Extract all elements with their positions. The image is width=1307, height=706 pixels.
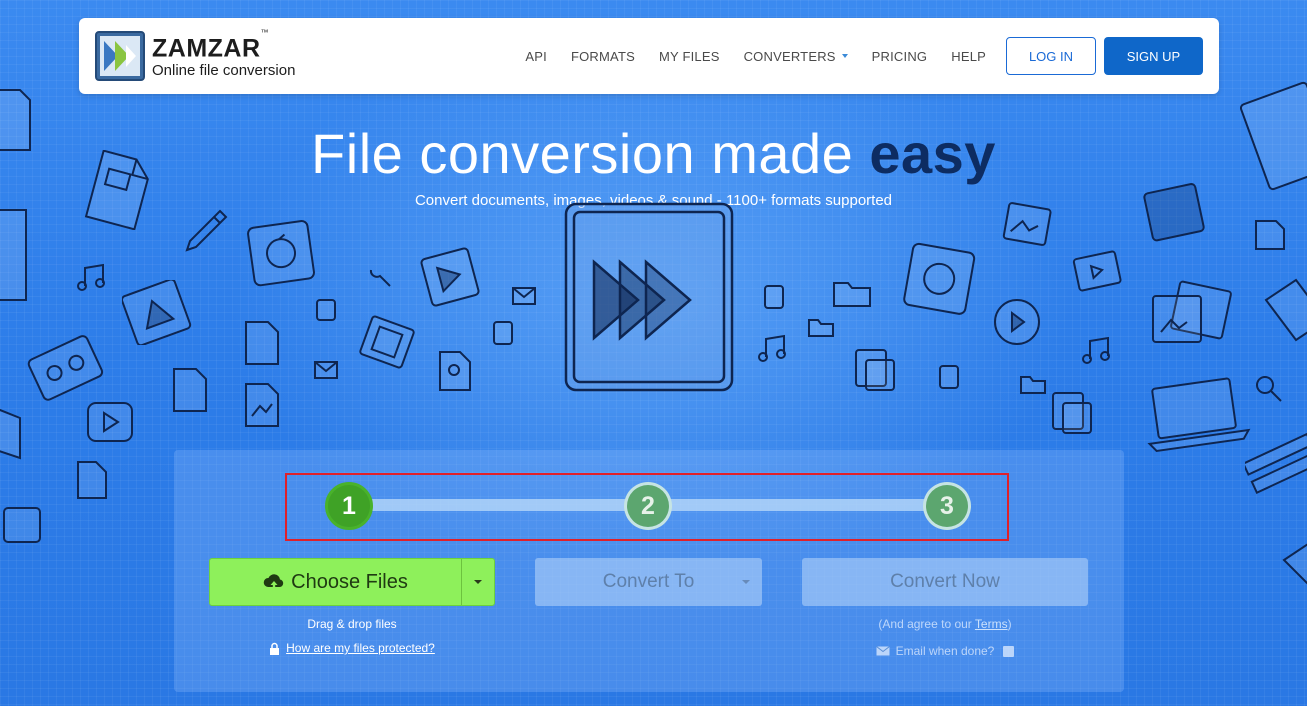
mail-icon: [314, 361, 338, 379]
laptop-icon: [1147, 377, 1251, 453]
brand-name: ZAMZAR™: [152, 28, 295, 63]
hero-title: File conversion made easy: [0, 122, 1307, 186]
music-note-icon-2: [758, 334, 786, 362]
folder-icon: [833, 282, 871, 307]
choose-files-button[interactable]: Choose Files: [209, 558, 495, 606]
site-header: ZAMZAR™ Online file conversion API FORMA…: [79, 18, 1219, 94]
fast-forward-icon: [564, 202, 734, 392]
agree-prefix: (And agree to our: [878, 617, 975, 631]
cassette-icon: [27, 335, 104, 401]
nav-converters[interactable]: CONVERTERS: [744, 49, 848, 64]
clipboard-icon-2: [1052, 392, 1092, 434]
mov-file-icon: [173, 368, 207, 412]
cloud-upload-icon: [263, 574, 284, 591]
nav-my-files[interactable]: MY FILES: [659, 49, 720, 64]
email-when-done-row: Email when done?: [802, 644, 1088, 658]
choose-files-label: Choose Files: [291, 570, 408, 593]
play-triangle-icon: [122, 280, 192, 345]
small-file-icon-4: [764, 285, 784, 309]
ruler-pencil-icon: [1245, 432, 1307, 494]
pencil-icon: [185, 209, 228, 252]
folder-icon-2: [808, 319, 834, 337]
brand-tagline: Online file conversion: [152, 61, 296, 79]
drag-drop-text: Drag & drop files: [307, 617, 397, 631]
envelope-icon: [875, 646, 890, 656]
nav-converters-label: CONVERTERS: [743, 48, 836, 64]
music-note-icon-3: [1082, 336, 1110, 364]
lock-icon: [270, 642, 280, 655]
choose-files-dropdown[interactable]: [461, 559, 494, 605]
small-file-icon-3: [77, 461, 107, 499]
edge-file-icon: [1264, 278, 1307, 342]
signup-button[interactable]: SIGN UP: [1104, 37, 1203, 75]
caret-down-icon-2: [742, 580, 750, 584]
brand-logo[interactable]: ZAMZAR™ Online file conversion: [95, 28, 296, 81]
contact-card-icon: [3, 507, 41, 543]
mp3-file-icon: [245, 321, 279, 365]
email-when-done-label: Email when done?: [895, 644, 995, 658]
agree-suffix: ): [1007, 617, 1012, 631]
mail-icon-2: [512, 287, 536, 305]
video-play-icon: [87, 402, 133, 442]
doc-edge-icon: [0, 209, 27, 301]
small-file-icon: [316, 299, 336, 321]
small-file-icon-5: [939, 365, 959, 389]
choose-files-main[interactable]: Choose Files: [210, 559, 461, 605]
zamzar-logo-icon: [95, 31, 145, 81]
image-stack-icon: [1152, 280, 1232, 343]
folder-icon-3: [1020, 376, 1046, 394]
nav-api[interactable]: API: [525, 49, 547, 64]
doc-edge-icon-2: [0, 408, 21, 460]
caret-down-icon: [474, 580, 482, 584]
film-icon: [359, 315, 415, 369]
nav-help[interactable]: HELP: [951, 49, 986, 64]
trademark-symbol: ™: [260, 28, 270, 38]
refresh-box-icon-2: [903, 242, 976, 315]
nav-pricing[interactable]: PRICING: [872, 49, 928, 64]
login-button[interactable]: LOG IN: [1006, 37, 1096, 75]
files-protected-link[interactable]: How are my files protected?: [286, 641, 435, 655]
nav-formats[interactable]: FORMATS: [571, 49, 635, 64]
film-strip-icon: [1072, 250, 1122, 292]
convert-to-select[interactable]: Convert To: [535, 558, 762, 606]
steps-highlight-box: [285, 473, 1009, 541]
image-file-icon: [245, 383, 279, 427]
hero-title-main: File conversion made: [311, 122, 854, 185]
clipboard-icon: [855, 349, 895, 391]
magnifier-icon: [1256, 376, 1282, 402]
code-tag-icon: [1255, 220, 1285, 250]
files-protected-row: How are my files protected?: [209, 641, 495, 655]
wrench-icon: [369, 269, 391, 287]
brand-text: ZAMZAR™ Online file conversion: [152, 28, 296, 79]
main-nav: API FORMATS MY FILES CONVERTERS PRICING …: [525, 37, 1203, 75]
email-when-done-checkbox[interactable]: [1003, 645, 1015, 657]
contact-file-icon: [439, 351, 471, 391]
music-note-icon: [77, 263, 105, 291]
terms-link[interactable]: Terms: [975, 617, 1008, 631]
brand-name-text: ZAMZAR: [152, 34, 261, 63]
refresh-box-icon: [247, 220, 315, 287]
play-box-icon: [420, 247, 480, 307]
ai-file-icon: [1143, 183, 1205, 242]
terms-agreement: (And agree to our Terms): [802, 617, 1088, 631]
hero-title-emphasis: easy: [869, 122, 996, 185]
edge-file-icon-2: [1282, 543, 1307, 585]
convert-now-button[interactable]: Convert Now: [802, 558, 1088, 606]
chevron-down-icon: [841, 54, 848, 58]
small-file-icon-2: [493, 321, 513, 345]
convert-to-label: Convert To: [602, 571, 695, 592]
play-circle-icon: [994, 299, 1040, 345]
